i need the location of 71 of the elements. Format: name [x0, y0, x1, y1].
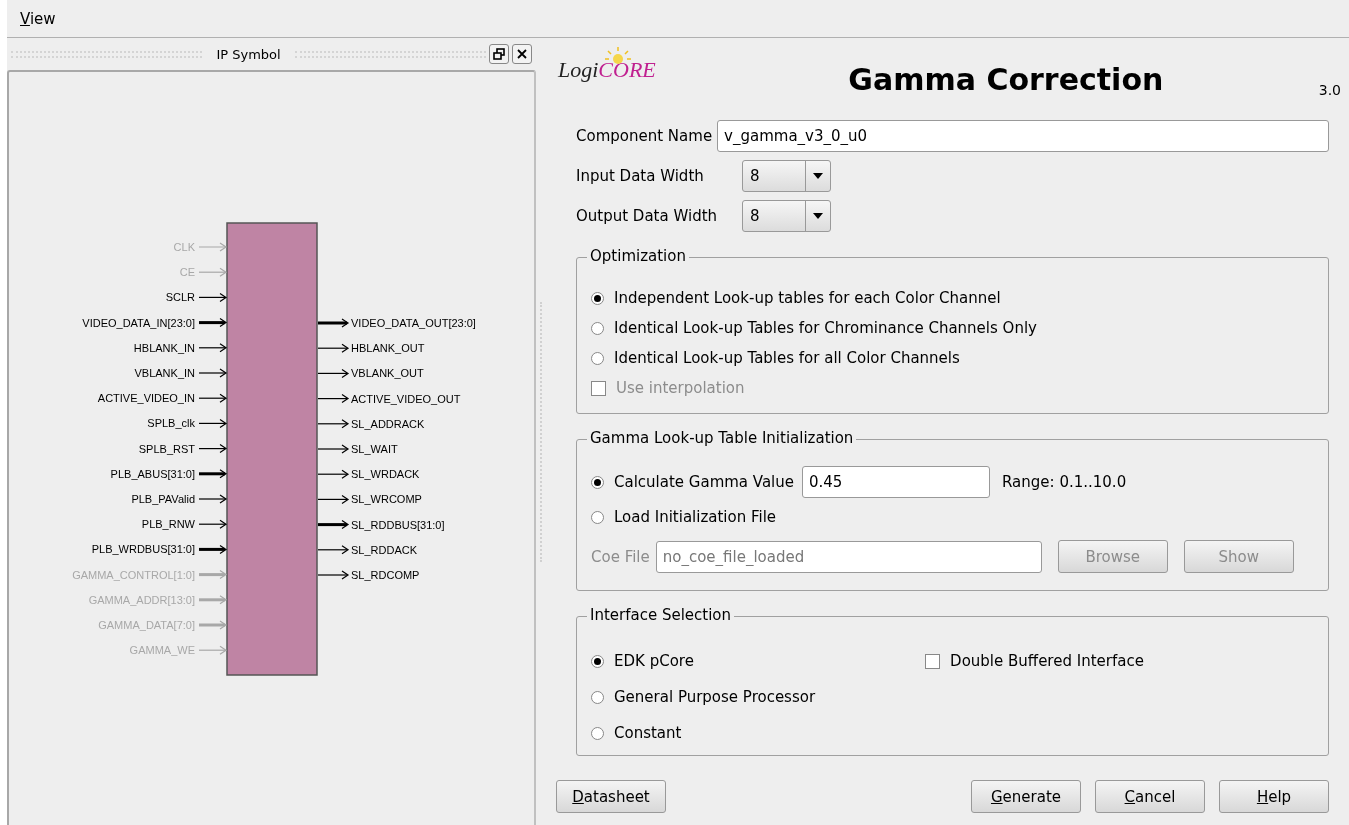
pin-label: SL_ADDRACK: [351, 417, 425, 430]
checkbox[interactable]: [925, 653, 941, 669]
option-label[interactable]: Constant: [614, 724, 682, 742]
pin-label: VBLANK_OUT: [351, 367, 424, 380]
option-label[interactable]: General Purpose Processor: [614, 688, 816, 706]
pin-label: SL_WAIT: [351, 443, 398, 455]
field-label: Coe File: [591, 547, 650, 566]
grip-pattern[interactable]: [11, 50, 203, 58]
pin-label: VBLANK_IN: [134, 367, 195, 379]
width-dropdown[interactable]: 8: [742, 160, 831, 192]
radio-button[interactable]: [591, 654, 604, 668]
pin-label: SL_WRDACK: [351, 468, 420, 481]
pin-label: ACTIVE_VIDEO_IN: [97, 392, 195, 405]
option-label[interactable]: Identical Look-up Tables for Chrominance Channels Only: [614, 319, 1037, 337]
option-label[interactable]: EDK pCore: [614, 652, 694, 670]
field-label: Input Data Width: [576, 167, 705, 185]
option-label[interactable]: Double Buffered Interface: [950, 652, 1144, 670]
pin-label: SPLB_RST: [138, 442, 195, 455]
caret-icon: [813, 173, 823, 179]
radio-button[interactable]: [591, 726, 604, 740]
option-label[interactable]: Calculate Gamma Value: [614, 473, 794, 491]
field-label: Component Name: [576, 127, 713, 145]
pin-label: SL_RDDBUS[31:0]: [351, 518, 445, 531]
pin-label: GAMMA_DATA[7:0]: [98, 619, 195, 631]
dialog-title: Gamma Correction: [847, 62, 1165, 97]
pin-label: CLK: [173, 241, 195, 253]
pin-label: HBLANK_IN: [133, 341, 195, 354]
grip-pattern[interactable]: [294, 50, 486, 58]
pin-label: SL_RDCOMP: [351, 569, 420, 581]
pin-label: VIDEO_DATA_IN[23:0]: [82, 316, 195, 329]
pin-label: ACTIVE_VIDEO_OUT: [351, 392, 461, 405]
pin-label: SL_RDDACK: [351, 543, 418, 556]
field-label: Output Data Width: [576, 207, 719, 225]
pin-label: SPLB_clk: [147, 417, 195, 430]
component-name-field[interactable]: v_gamma_v3_0_u0: [717, 120, 1329, 152]
pin-label: SL_WRCOMP: [351, 493, 422, 506]
pin-label: SCLR: [165, 291, 195, 304]
close-icon[interactable]: [512, 44, 532, 64]
menu-item[interactable]: View: [20, 9, 56, 28]
radio-button[interactable]: [591, 510, 604, 524]
radio-button[interactable]: [591, 291, 604, 305]
pin-label: PLB_RNW: [141, 518, 195, 531]
radio-button[interactable]: [591, 475, 604, 489]
pin-label: PLB_ABUS[31:0]: [110, 467, 195, 480]
pin-label: PLB_PAValid: [131, 493, 195, 505]
radio-button[interactable]: [591, 690, 604, 704]
option-label[interactable]: Load Initialization File: [614, 508, 777, 526]
panel-title: IP Symbol: [215, 46, 282, 62]
dialog-button[interactable]: Generate: [971, 780, 1081, 813]
group-title: Optimization: [587, 247, 689, 265]
gamma-value-field[interactable]: 0.45: [802, 466, 990, 498]
option-label[interactable]: Independent Look-up tables for each Color Channel: [614, 289, 1001, 307]
pin-label: GAMMA_ADDR[13:0]: [88, 593, 195, 606]
range-label: Range: 0.1..10.0: [1002, 473, 1127, 491]
radio-button[interactable]: [591, 321, 604, 335]
dialog-button[interactable]: Help: [1219, 780, 1329, 813]
pin-label: VIDEO_DATA_OUT[23:0]: [351, 317, 476, 329]
restore-icon[interactable]: [489, 44, 509, 64]
datasheet-button[interactable]: Datasheet: [556, 780, 666, 813]
radio-button[interactable]: [591, 351, 604, 365]
option-label[interactable]: Identical Look-up Tables for all Color Channels: [614, 349, 960, 367]
version-label: 3.0: [1318, 82, 1341, 98]
caret-icon: [813, 213, 823, 219]
pin-label: HBLANK_OUT: [351, 342, 425, 355]
group-title: Gamma Look-up Table Initialization: [587, 429, 857, 447]
pin-label: CE: [179, 266, 195, 279]
pin-label: GAMMA_WE: [129, 644, 195, 657]
dialog-button[interactable]: Cancel: [1095, 780, 1205, 813]
pin-label: GAMMA_CONTROL[1:0]: [72, 568, 195, 581]
pin-label: PLB_WRDBUS[31:0]: [91, 543, 195, 556]
width-dropdown[interactable]: 8: [742, 200, 831, 232]
